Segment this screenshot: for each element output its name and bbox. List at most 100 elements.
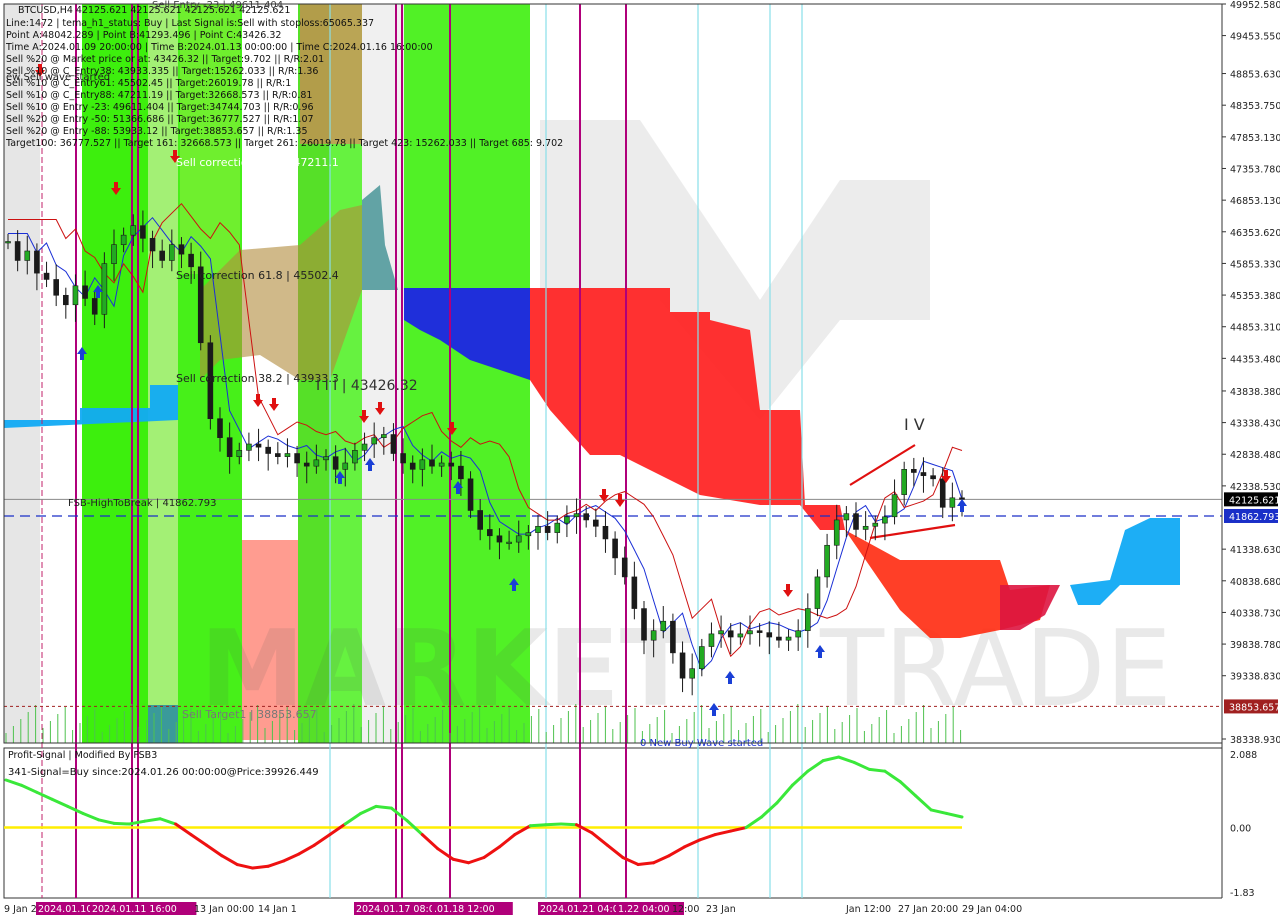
candle-body (294, 453, 300, 464)
candle-body (323, 456, 329, 461)
indicator-signal: 341-Signal=Buy since:2024.01.26 00:00:00… (8, 767, 319, 778)
annotation-wave-iii: I I I | 43426.32 (316, 378, 418, 394)
candle-body (53, 279, 59, 296)
candle-body (660, 620, 667, 632)
price-tick-label: 40338.730 (1230, 608, 1280, 619)
candle-body (487, 529, 493, 537)
candle-body (718, 630, 724, 635)
candle-body (352, 450, 358, 464)
candle-body (708, 633, 715, 647)
candle-body (371, 437, 377, 445)
time-label: 29 Jan 04:00 (962, 904, 1022, 915)
candle-body (621, 557, 628, 578)
current-price-label: 42125.621 (1229, 495, 1280, 506)
candle-body (670, 620, 676, 654)
price-tick-label: 43838.380 (1230, 387, 1280, 398)
candle-body (361, 443, 368, 451)
time-label: 14 Jan 1 (258, 904, 297, 915)
candle-body (641, 608, 647, 641)
annotation-correction-61: Sell correction 61.8 | 45502.4 (176, 269, 339, 282)
candle-body (853, 513, 859, 530)
annotation-fsb: FSB-HighToBreak | 41862.793 (68, 498, 217, 509)
candle-body (593, 519, 599, 527)
time-label: 12:00 (672, 904, 699, 915)
indicator-tick-label: 0.00 (1230, 824, 1251, 835)
trading-chart[interactable]: MARKET TRADE Sell correction 87.5 | 4721… (0, 0, 1280, 920)
info-line: Line:1472 | tema_h1_status: Buy | Last S… (6, 18, 374, 29)
indicator-title: Profit-Signal | Modified By FSB3 (8, 750, 157, 761)
price-tick-label: 39338.830 (1230, 672, 1280, 683)
candle-body (911, 469, 917, 473)
info-line: Sell %10 @ C_Entry88: 47211.19 || Target… (6, 90, 312, 101)
annotation-sell-target: Sell Target1 | 38853.657 (182, 708, 317, 721)
candle-body (795, 630, 801, 638)
signal-zone (148, 705, 178, 743)
candle-body (332, 456, 339, 470)
candle-body (689, 668, 695, 679)
price-tick-label: 39838.780 (1230, 640, 1280, 651)
candle-body (602, 525, 609, 540)
candle-body (14, 241, 21, 261)
candle-body (458, 465, 464, 480)
candle-body (891, 494, 898, 518)
candle-body (24, 250, 31, 261)
time-label: 2024.01.21 04:00 (540, 904, 625, 915)
candle-body (930, 475, 936, 480)
candle-body (429, 459, 435, 467)
candle-body (727, 630, 734, 638)
time-label: 13 Jan 00:00 (194, 904, 254, 915)
time-label: Jan 12:00 (845, 904, 891, 915)
candle-body (939, 478, 946, 508)
info-line: Point A:48042.289 | Point B:41293.496 | … (6, 30, 281, 41)
info-line: Sell %10 @ Entry -23: 49611.404 || Targe… (6, 102, 314, 113)
candle-body (82, 285, 88, 299)
candle-body (554, 522, 561, 533)
overlap-label: Sell Entry -23 | 49611.404 (152, 0, 283, 11)
time-label: 1.22 04:00 (618, 904, 670, 915)
candle-body (496, 535, 503, 543)
candle-body (438, 462, 445, 467)
price-tick-label: 46353.620 (1230, 228, 1280, 239)
candle-body (766, 632, 773, 638)
price-tick-label: 48853.630 (1230, 70, 1280, 81)
info-line: Time A:2024.01.09 20:00:00 | Time B:2024… (5, 42, 433, 53)
candle-body (130, 225, 137, 236)
candle-body (5, 241, 11, 244)
price-tick-label: 43338.430 (1230, 419, 1280, 430)
oscillator-segment (867, 767, 887, 773)
candle-body (699, 646, 705, 669)
candle-body (91, 298, 98, 315)
candle-body (920, 472, 927, 476)
price-tick-label: 48353.750 (1230, 101, 1280, 112)
candle-body (448, 462, 455, 467)
candle-body (506, 541, 512, 544)
indicator-tick-label: 2.088 (1230, 750, 1257, 761)
candle-body (564, 516, 570, 524)
candle-body (101, 263, 108, 315)
candle-body (409, 462, 416, 470)
candle-body (573, 513, 580, 518)
candle-body (275, 453, 281, 457)
price-tick-label: 45353.380 (1230, 291, 1280, 302)
oscillator-segment (528, 823, 548, 828)
oscillator-segment (544, 822, 563, 827)
price-tick-label: 49453.550 (1230, 32, 1280, 43)
fsb-price-label: 41862.793 (1229, 512, 1280, 523)
info-line: Sell %20 @ Market price or at: 43426.32 … (6, 54, 324, 65)
oscillator-segment (112, 821, 131, 826)
candle-body (419, 459, 426, 470)
candle-body (843, 513, 850, 521)
candle-body (284, 453, 291, 457)
price-tick-label: 40838.680 (1230, 577, 1280, 588)
candle-body (862, 525, 869, 530)
candle-body (833, 519, 840, 546)
candle-body (756, 630, 763, 633)
candle-body (631, 576, 638, 609)
candle-body (188, 253, 194, 268)
candle-body (467, 478, 474, 511)
candle-body (342, 462, 349, 470)
info-line: Sell %20 @ Entry -50: 51366.686 || Targe… (6, 114, 314, 125)
time-label: .01.18 12:00 (434, 904, 495, 915)
candle-body (226, 437, 233, 457)
candle-body (400, 453, 406, 464)
